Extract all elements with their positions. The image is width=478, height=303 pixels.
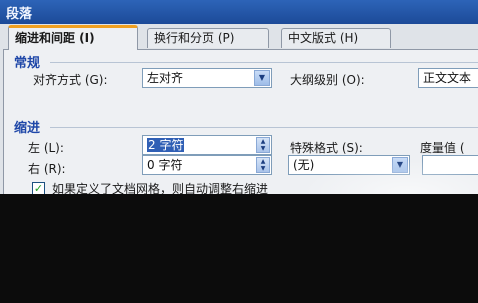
chevron-down-icon[interactable]: ▼ xyxy=(254,70,270,86)
spin-arrows-icon[interactable]: ▲ ▼ xyxy=(256,157,270,173)
outline-level-label: 大纲级别 (O): xyxy=(290,73,365,87)
measure-value-label: 度量值 ( xyxy=(420,141,465,155)
auto-adjust-label: 如果定义了文档网格，则自动调整右缩进 xyxy=(52,182,269,194)
alignment-select[interactable]: 左对齐 ▼ xyxy=(142,68,272,88)
outline-level-value: 正文文本 xyxy=(423,71,472,85)
tab-label: 缩进和间距 (I) xyxy=(15,31,95,45)
paragraph-dialog: 段落 缩进和间距 (I) 换行和分页 (P) 中文版式 (H) 常规 对齐方式 … xyxy=(0,0,478,194)
auto-adjust-checkbox[interactable]: ✓ xyxy=(32,182,45,194)
section-divider xyxy=(50,127,478,128)
left-indent-label: 左 (L): xyxy=(28,141,64,155)
title-bar: 段落 xyxy=(0,0,478,24)
right-indent-value: 0 字符 xyxy=(147,158,183,172)
right-indent-label: 右 (R): xyxy=(28,162,66,176)
section-general-heading: 常规 xyxy=(14,56,41,71)
alignment-label: 对齐方式 (G): xyxy=(33,73,108,87)
tab-label: 中文版式 (H) xyxy=(288,31,359,45)
special-format-label: 特殊格式 (S): xyxy=(290,141,363,155)
section-divider xyxy=(50,62,478,63)
alignment-value: 左对齐 xyxy=(147,71,184,85)
right-indent-spinner[interactable]: 0 字符 ▲ ▼ xyxy=(142,155,272,175)
tab-label: 换行和分页 (P) xyxy=(154,31,235,45)
spin-arrows-icon[interactable]: ▲ ▼ xyxy=(256,137,270,153)
tab-line-page-breaks[interactable]: 换行和分页 (P) xyxy=(147,28,269,48)
outline-level-select[interactable]: 正文文本 xyxy=(418,68,478,88)
left-indent-spinner[interactable]: 2 字符 ▲ ▼ xyxy=(142,135,272,155)
tab-indent-spacing[interactable]: 缩进和间距 (I) xyxy=(8,25,138,50)
screen-glare xyxy=(300,160,478,194)
tab-chinese-typography[interactable]: 中文版式 (H) xyxy=(281,28,391,48)
section-indent-heading: 缩进 xyxy=(14,121,41,136)
dialog-title: 段落 xyxy=(6,7,33,22)
left-indent-value: 2 字符 xyxy=(147,138,185,152)
